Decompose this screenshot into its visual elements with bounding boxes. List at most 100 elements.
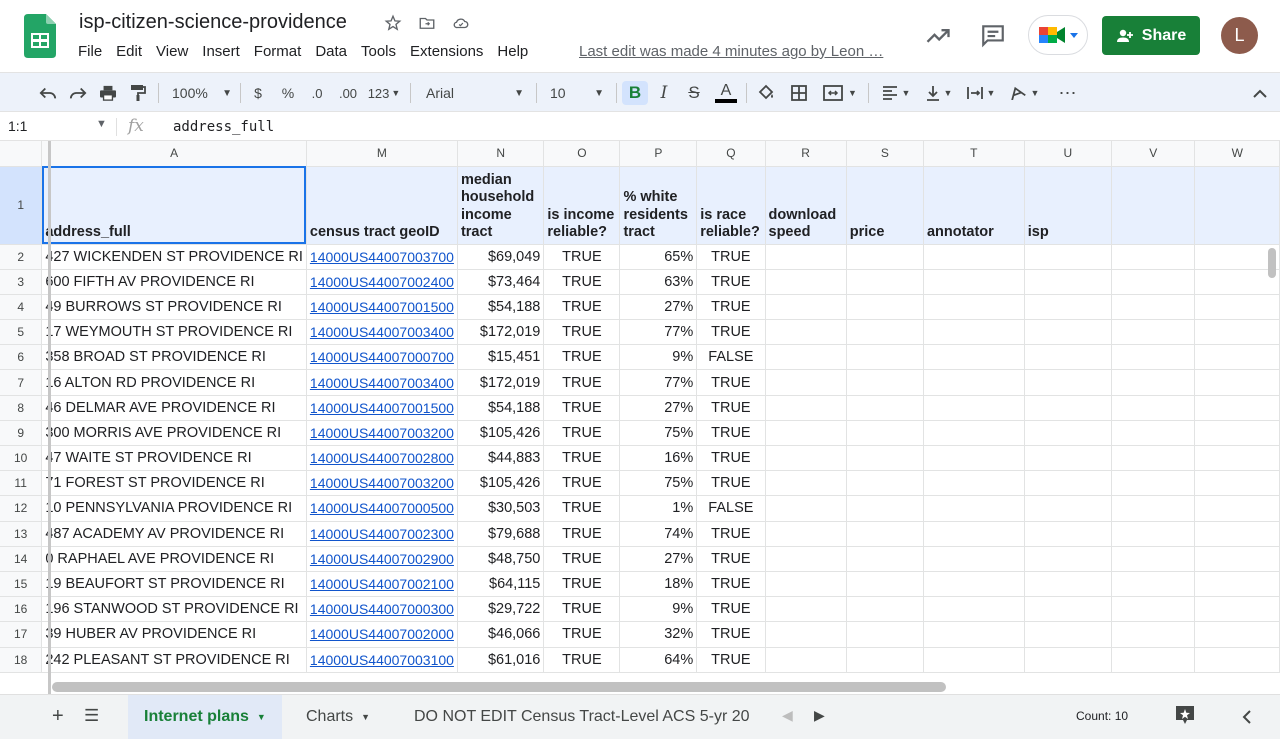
income-reliable-cell[interactable]: TRUE: [543, 495, 621, 522]
header-cell[interactable]: census tract geoID: [306, 166, 458, 245]
white-pct-cell[interactable]: 75%: [619, 420, 698, 447]
income-reliable-cell[interactable]: TRUE: [543, 571, 621, 598]
empty-cell[interactable]: [765, 546, 847, 572]
empty-cell[interactable]: [1024, 470, 1113, 497]
fill-color-icon[interactable]: [754, 81, 780, 105]
chevron-down-icon[interactable]: ▼: [96, 118, 107, 130]
empty-cell[interactable]: [765, 344, 847, 371]
sheet-tab-charts[interactable]: Charts ▼: [290, 695, 386, 739]
vertical-scrollbar[interactable]: [1268, 248, 1276, 278]
empty-cell[interactable]: [1024, 319, 1113, 346]
column-header[interactable]: T: [923, 141, 1025, 167]
menu-data[interactable]: Data: [308, 43, 354, 60]
income-cell[interactable]: $48,750: [457, 546, 545, 572]
empty-cell[interactable]: [765, 244, 847, 270]
menu-edit[interactable]: Edit: [109, 43, 149, 60]
empty-cell[interactable]: [1194, 495, 1280, 522]
undo-icon[interactable]: [36, 81, 60, 105]
geoid-link-cell[interactable]: 14000US44007002100: [306, 571, 458, 598]
income-reliable-cell[interactable]: TRUE: [543, 344, 621, 371]
empty-cell[interactable]: [923, 319, 1025, 346]
name-box[interactable]: 1:1: [8, 118, 108, 134]
empty-cell[interactable]: [765, 495, 847, 522]
empty-cell[interactable]: [1194, 521, 1280, 547]
empty-cell[interactable]: [1024, 344, 1113, 371]
income-cell[interactable]: $172,019: [457, 369, 545, 396]
race-reliable-cell[interactable]: FALSE: [696, 495, 766, 522]
geoid-link-cell[interactable]: 14000US44007003200: [306, 420, 458, 447]
race-reliable-cell[interactable]: TRUE: [696, 294, 766, 321]
white-pct-cell[interactable]: 9%: [619, 344, 698, 371]
empty-cell[interactable]: [1194, 621, 1280, 648]
empty-cell[interactable]: [846, 395, 924, 421]
row-header[interactable]: 13: [0, 521, 43, 547]
column-header[interactable]: S: [846, 141, 924, 167]
empty-cell[interactable]: [846, 621, 924, 648]
income-cell[interactable]: $29,722: [457, 596, 545, 623]
vertical-align-icon[interactable]: ▼: [920, 81, 958, 105]
empty-cell[interactable]: [1024, 294, 1113, 321]
star-icon[interactable]: [382, 12, 404, 34]
column-header[interactable]: O: [543, 141, 621, 167]
geoid-link-cell[interactable]: 14000US44007002800: [306, 445, 458, 472]
empty-cell[interactable]: [765, 521, 847, 547]
address-cell[interactable]: 39 HUBER AV PROVIDENCE RI: [41, 621, 307, 648]
row-header[interactable]: 15: [0, 571, 43, 598]
sheets-logo-icon[interactable]: [24, 14, 56, 58]
row-header[interactable]: 12: [0, 495, 43, 522]
empty-cell[interactable]: [846, 244, 924, 270]
decrease-decimal-button[interactable]: .0: [305, 81, 329, 105]
income-cell[interactable]: $54,188: [457, 294, 545, 321]
row-header[interactable]: 6: [0, 344, 43, 371]
income-reliable-cell[interactable]: TRUE: [543, 319, 621, 346]
empty-cell[interactable]: [1024, 621, 1113, 648]
empty-cell[interactable]: [846, 546, 924, 572]
empty-cell[interactable]: [923, 369, 1025, 396]
geoid-link-cell[interactable]: 14000US44007001500: [306, 395, 458, 421]
address-cell[interactable]: 49 BURROWS ST PROVIDENCE RI: [41, 294, 307, 321]
geoid-link-cell[interactable]: 14000US44007003700: [306, 244, 458, 270]
empty-cell[interactable]: [1194, 244, 1280, 270]
selection-count[interactable]: Count: 10: [1076, 709, 1128, 723]
address-cell[interactable]: 10 PENNSYLVANIA PROVIDENCE RI: [41, 495, 307, 522]
font-size-select[interactable]: 10 ▼: [544, 81, 610, 105]
row-header[interactable]: 16: [0, 596, 43, 623]
empty-cell[interactable]: [1111, 244, 1196, 270]
income-reliable-cell[interactable]: TRUE: [543, 244, 621, 270]
empty-cell[interactable]: [923, 344, 1025, 371]
address-cell[interactable]: 487 ACADEMY AV PROVIDENCE RI: [41, 521, 307, 547]
geoid-link-cell[interactable]: 14000US44007003400: [306, 319, 458, 346]
empty-cell[interactable]: [765, 319, 847, 346]
empty-cell[interactable]: [765, 470, 847, 497]
empty-cell[interactable]: [1111, 369, 1196, 396]
empty-cell[interactable]: [765, 571, 847, 598]
white-pct-cell[interactable]: 27%: [619, 546, 698, 572]
empty-cell[interactable]: [1111, 445, 1196, 472]
empty-cell[interactable]: [765, 269, 847, 295]
empty-cell[interactable]: [1194, 269, 1280, 295]
empty-cell[interactable]: [1194, 571, 1280, 598]
empty-cell[interactable]: [846, 445, 924, 472]
column-header[interactable]: R: [765, 141, 847, 167]
white-pct-cell[interactable]: 63%: [619, 269, 698, 295]
empty-cell[interactable]: [1024, 244, 1113, 270]
empty-cell[interactable]: [1194, 546, 1280, 572]
zoom-select[interactable]: 100% ▼: [168, 81, 236, 105]
increase-decimal-button[interactable]: .00: [335, 81, 361, 105]
chevron-down-icon[interactable]: ▼: [361, 712, 370, 722]
empty-cell[interactable]: [923, 269, 1025, 295]
document-title[interactable]: isp-citizen-science-providence: [79, 11, 347, 34]
paint-format-icon[interactable]: [126, 81, 150, 105]
row-header[interactable]: 2: [0, 244, 43, 270]
frozen-column-divider[interactable]: [48, 141, 51, 694]
empty-cell[interactable]: [1194, 596, 1280, 623]
empty-cell[interactable]: [765, 369, 847, 396]
row-header[interactable]: 18: [0, 647, 43, 673]
race-reliable-cell[interactable]: TRUE: [696, 319, 766, 346]
empty-cell[interactable]: [1111, 294, 1196, 321]
row-header[interactable]: 1: [0, 166, 43, 245]
race-reliable-cell[interactable]: FALSE: [696, 344, 766, 371]
row-header[interactable]: 10: [0, 445, 43, 472]
income-cell[interactable]: $105,426: [457, 470, 545, 497]
empty-cell[interactable]: [1111, 571, 1196, 598]
